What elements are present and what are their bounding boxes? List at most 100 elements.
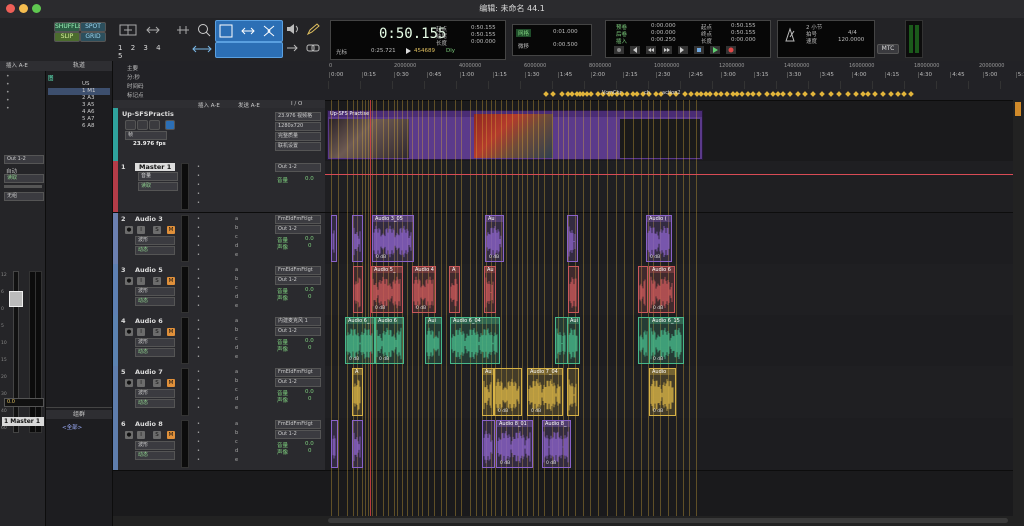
send-slot-letter[interactable]: c xyxy=(235,387,242,393)
zoom-preset-5[interactable]: 5 xyxy=(118,52,125,60)
track-list-item-master[interactable]: 1 M1 xyxy=(48,88,110,95)
video-resolution[interactable]: 1280x720 xyxy=(275,122,321,131)
insert-slots[interactable]: • • • • • xyxy=(6,73,10,133)
track-view-selector[interactable]: 波形 xyxy=(135,441,175,450)
insert-slot[interactable]: • xyxy=(197,173,200,179)
marker-diamond[interactable] xyxy=(865,91,871,97)
insert-slot[interactable]: • xyxy=(197,396,200,402)
record-arm-button[interactable]: ● xyxy=(125,328,133,336)
record-arm-button[interactable]: ● xyxy=(125,431,133,439)
track-list-item-a3[interactable]: 2 A3 xyxy=(48,95,110,102)
meter-value[interactable]: 4/4 xyxy=(848,30,857,36)
insert-slot[interactable]: • xyxy=(197,345,200,351)
transport-end-value[interactable]: 0:50.155 xyxy=(731,30,756,36)
input-selector[interactable]: FmEIdFmFtIgt xyxy=(275,266,321,275)
audio-clip[interactable]: Audio 6 0 dB xyxy=(375,317,404,364)
marker-diamond[interactable] xyxy=(908,91,914,97)
send-slot-letter[interactable]: d xyxy=(235,396,242,402)
audio-clip[interactable] xyxy=(567,215,578,262)
track-name[interactable]: Master 1 xyxy=(135,163,176,171)
audio-clip[interactable] xyxy=(638,266,648,313)
send-slot-letter[interactable]: a xyxy=(235,267,242,273)
marker-diamond[interactable] xyxy=(718,91,724,97)
insert-slot[interactable]: • xyxy=(197,369,200,375)
input-monitor-button[interactable]: I xyxy=(137,277,145,285)
send-slot-letter[interactable]: b xyxy=(235,327,242,333)
marker-diamond[interactable] xyxy=(750,91,756,97)
grid-label[interactable]: 网格 xyxy=(516,29,532,37)
fader-value-display[interactable]: 0.0 xyxy=(4,398,44,407)
audio-clip[interactable]: A xyxy=(352,368,363,416)
volume-value[interactable]: 0.0 xyxy=(305,236,314,242)
insert-slot[interactable]: • xyxy=(197,303,200,309)
audio-clip[interactable]: Aui xyxy=(425,317,442,364)
track-list-item-video[interactable]: 图 xyxy=(48,74,110,82)
send-slot-letter[interactable]: b xyxy=(235,430,242,436)
record-arm-button[interactable]: ● xyxy=(125,277,133,285)
input-selector[interactable]: FmEIdFmFtIgt xyxy=(275,420,321,429)
clip-gain[interactable]: 0 dB xyxy=(487,255,499,260)
automation-mode-selector[interactable]: 动态 xyxy=(135,297,175,306)
marker-diamond[interactable] xyxy=(634,91,640,97)
track-name[interactable]: Audio 8 xyxy=(135,420,163,428)
send-slot-letter[interactable]: d xyxy=(235,243,242,249)
track-name[interactable]: Audio 3 xyxy=(135,215,163,223)
fade-value[interactable]: 0:00.250 xyxy=(651,37,676,43)
sel-start-value[interactable]: 0:50.155 xyxy=(471,25,496,31)
zoom-preset-4[interactable]: 4 xyxy=(156,44,163,52)
pan-value[interactable]: 0 xyxy=(308,448,312,454)
tool-arrows-icon[interactable] xyxy=(191,44,213,54)
audio-clip[interactable]: Audio 0 dB xyxy=(649,368,676,416)
pan-value[interactable]: 0 xyxy=(308,294,312,300)
trim-icon[interactable] xyxy=(175,22,191,38)
send-slot-letter[interactable]: b xyxy=(235,225,242,231)
input-monitor-button[interactable]: I xyxy=(137,226,145,234)
video-quality[interactable]: 完整质量 xyxy=(275,132,321,141)
marker-diamond[interactable] xyxy=(682,91,688,97)
insert-slot[interactable]: • xyxy=(197,294,200,300)
volume-value[interactable]: 0.0 xyxy=(305,338,314,344)
audio-clip[interactable]: Au xyxy=(484,266,496,313)
volume-fader-handle[interactable] xyxy=(9,291,23,307)
tracks-list-header[interactable]: 轨道 xyxy=(46,61,112,71)
marker-diamond[interactable] xyxy=(688,91,694,97)
send-slot-letter[interactable]: d xyxy=(235,345,242,351)
clip-gain[interactable]: 0 dB xyxy=(347,357,359,362)
nudge-value[interactable]: 0:00.500 xyxy=(553,42,578,48)
audio-clip[interactable]: Audio 8_ 0 dB xyxy=(542,420,571,468)
audio-clip[interactable]: Audio 6 0 dB xyxy=(649,266,675,313)
io-column-header[interactable]: I / O xyxy=(291,101,302,107)
solo-button[interactable]: S xyxy=(153,226,161,234)
mute-button[interactable]: M xyxy=(167,379,175,387)
track-list-item-a8[interactable]: 6 A8 xyxy=(48,123,110,130)
insert-slot[interactable]: • xyxy=(197,336,200,342)
insert-slot[interactable]: • xyxy=(197,457,200,463)
output-selector[interactable]: Out 1-2 xyxy=(275,163,321,172)
pan-slider[interactable] xyxy=(4,185,42,188)
marker-diamond[interactable] xyxy=(764,91,770,97)
insert-slot[interactable]: • xyxy=(197,225,200,231)
track-list-item-a5[interactable]: 3 A5 xyxy=(48,102,110,109)
insert-slot[interactable]: • xyxy=(197,191,200,197)
zoom-preset-1[interactable]: 1 xyxy=(118,44,125,52)
clip-gain[interactable]: 0 dB xyxy=(374,255,386,260)
video-online-settings[interactable]: 联机设置 xyxy=(275,142,321,151)
audio-clip[interactable] xyxy=(353,266,363,313)
volume-value[interactable]: 0.0 xyxy=(305,441,314,447)
clip-gain[interactable]: 0 dB xyxy=(377,357,389,362)
track-name[interactable]: Audio 6 xyxy=(135,317,163,325)
marker-diamond[interactable] xyxy=(810,91,816,97)
send-slot-letter[interactable]: e xyxy=(235,252,242,258)
marker-diamond[interactable] xyxy=(550,91,556,97)
track-list-item-a7[interactable]: 5 A7 xyxy=(48,116,110,123)
solo-button[interactable]: S xyxy=(153,379,161,387)
insert-slot[interactable]: • xyxy=(197,252,200,258)
output-selector[interactable]: Out 1-2 xyxy=(275,430,321,439)
output-selector[interactable]: Out 1-2 xyxy=(4,155,44,164)
tempo-value[interactable]: 120.0000 xyxy=(838,37,864,43)
audio-clip[interactable]: Audio 5_ 0 dB xyxy=(371,266,403,313)
track-header-4[interactable]: 4 Audio 6 ● I S M 波形 动态 内建麦克风 1 Out 1-2 音量 0.0 声像 0 • a… xyxy=(113,315,325,367)
track-view-selector[interactable]: 波形 xyxy=(135,338,175,347)
input-selector[interactable]: FmEIdFmFtIgt xyxy=(275,368,321,377)
marker-diamond[interactable] xyxy=(543,91,549,97)
